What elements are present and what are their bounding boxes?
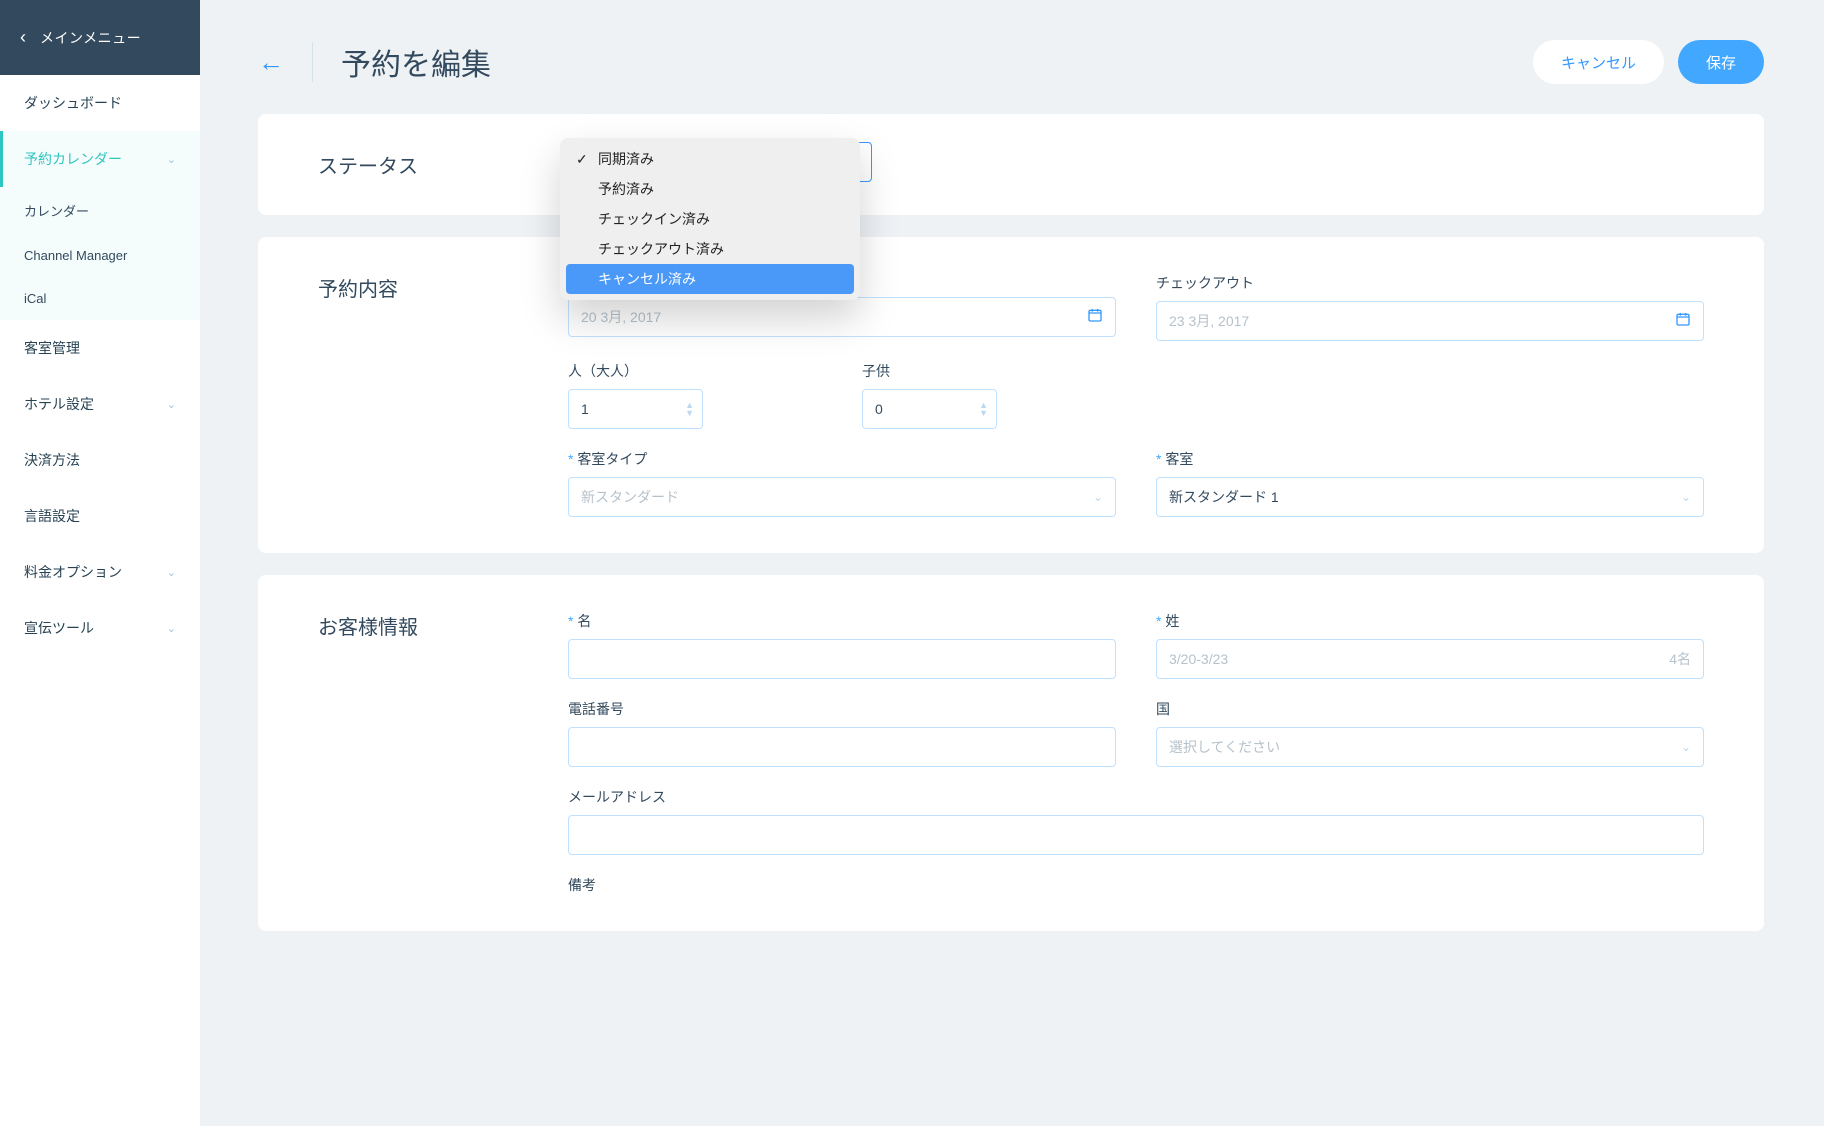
chevron-down-icon: ⌄ bbox=[167, 566, 176, 579]
firstname-input[interactable] bbox=[568, 639, 1116, 679]
sidebar-item-label: 料金オプション bbox=[24, 562, 122, 582]
sidebar-item-label: 客室管理 bbox=[24, 338, 80, 358]
status-option-reserved[interactable]: 予約済み bbox=[566, 174, 854, 204]
sidebar-item-label: 宣伝ツール bbox=[24, 618, 94, 638]
check-icon: ✓ bbox=[576, 151, 598, 168]
adults-input[interactable]: 1 ▲▼ bbox=[568, 389, 703, 429]
status-option-checkedout[interactable]: チェックアウト済み bbox=[566, 234, 854, 264]
sidebar-item-reservation-calendar[interactable]: 予約カレンダー ⌄ bbox=[0, 131, 200, 187]
status-option-checkedin[interactable]: チェックイン済み bbox=[566, 204, 854, 234]
save-button[interactable]: 保存 bbox=[1678, 40, 1764, 84]
calendar-icon bbox=[1087, 307, 1103, 328]
email-label: メールアドレス bbox=[568, 787, 1704, 807]
children-input[interactable]: 0 ▲▼ bbox=[862, 389, 997, 429]
checkout-label: チェックアウト bbox=[1156, 273, 1704, 293]
stepper-icon: ▲▼ bbox=[685, 401, 694, 417]
room-value: 新スタンダード 1 bbox=[1169, 487, 1279, 507]
sidebar-item-label: ダッシュボード bbox=[24, 93, 122, 113]
phone-input[interactable] bbox=[568, 727, 1116, 767]
sidebar: ‹ メインメニュー ダッシュボード 予約カレンダー ⌄ カレンダー Channe… bbox=[0, 0, 200, 1126]
email-input[interactable] bbox=[568, 815, 1704, 855]
mainmenu-label: メインメニュー bbox=[40, 28, 141, 48]
country-placeholder: 選択してください bbox=[1169, 737, 1280, 757]
sidebar-item-room-management[interactable]: 客室管理 bbox=[0, 320, 200, 376]
children-value: 0 bbox=[875, 401, 883, 417]
reservation-card: 予約内容 x 20 3月, 2017 チェックアウト 23 3月, 2017 bbox=[258, 237, 1764, 553]
page-title: 予約を編集 bbox=[341, 40, 491, 84]
chevron-down-icon: ⌄ bbox=[1681, 490, 1691, 504]
sidebar-back-mainmenu[interactable]: ‹ メインメニュー bbox=[0, 0, 200, 75]
customer-card: お客様情報 名 姓 3/20-3/23 4名 電話番号 bbox=[258, 575, 1764, 931]
status-option-label: 予約済み bbox=[598, 179, 654, 199]
status-dropdown: ✓ 同期済み 予約済み チェックイン済み チェックアウト済み キャンセル済み bbox=[560, 138, 860, 300]
status-section-label: ステータス bbox=[318, 150, 568, 179]
chevron-down-icon: ⌄ bbox=[167, 153, 176, 166]
customer-section-label: お客様情報 bbox=[318, 611, 568, 895]
main-content: ← 予約を編集 キャンセル 保存 ステータス 予約内容 x 20 3月, 201… bbox=[200, 0, 1824, 1126]
sidebar-item-label: 予約カレンダー bbox=[24, 149, 122, 169]
chevron-down-icon: ⌄ bbox=[167, 398, 176, 411]
sidebar-item-pricing-options[interactable]: 料金オプション ⌄ bbox=[0, 544, 200, 600]
status-option-cancelled[interactable]: キャンセル済み bbox=[566, 264, 854, 294]
lastname-label: 姓 bbox=[1156, 611, 1704, 631]
checkin-date-value: 20 3月, 2017 bbox=[581, 307, 661, 327]
sidebar-subnav: カレンダー Channel Manager iCal bbox=[0, 187, 200, 320]
sidebar-subitem-channel-manager[interactable]: Channel Manager bbox=[0, 234, 200, 277]
sidebar-item-label: 言語設定 bbox=[24, 506, 80, 526]
sidebar-item-language[interactable]: 言語設定 bbox=[0, 488, 200, 544]
sidebar-item-label: カレンダー bbox=[24, 201, 89, 220]
adults-label: 人（大人） bbox=[568, 361, 822, 381]
sidebar-item-hotel-settings[interactable]: ホテル設定 ⌄ bbox=[0, 376, 200, 432]
chevron-down-icon: ⌄ bbox=[1681, 740, 1691, 754]
phone-label: 電話番号 bbox=[568, 699, 1116, 719]
lastname-input[interactable]: 3/20-3/23 4名 bbox=[1156, 639, 1704, 679]
sidebar-item-label: Channel Manager bbox=[24, 248, 127, 263]
checkin-date-input[interactable]: 20 3月, 2017 bbox=[568, 297, 1116, 337]
calendar-icon bbox=[1675, 311, 1691, 332]
chevron-down-icon: ⌄ bbox=[167, 622, 176, 635]
country-select[interactable]: 選択してください ⌄ bbox=[1156, 727, 1704, 767]
room-label: 客室 bbox=[1156, 449, 1704, 469]
sidebar-nav: ダッシュボード 予約カレンダー ⌄ カレンダー Channel Manager … bbox=[0, 75, 200, 656]
sidebar-item-payment[interactable]: 決済方法 bbox=[0, 432, 200, 488]
checkout-date-value: 23 3月, 2017 bbox=[1169, 311, 1249, 331]
status-option-synced[interactable]: ✓ 同期済み bbox=[566, 144, 854, 174]
children-label: 子供 bbox=[862, 361, 1116, 381]
notes-label: 備考 bbox=[568, 875, 1704, 895]
roomtype-select[interactable]: 新スタンダード ⌄ bbox=[568, 477, 1116, 517]
sidebar-item-label: ホテル設定 bbox=[24, 394, 94, 414]
back-arrow-icon[interactable]: ← bbox=[258, 47, 284, 78]
page-header: ← 予約を編集 キャンセル 保存 bbox=[200, 0, 1824, 104]
status-option-label: チェックイン済み bbox=[598, 209, 710, 229]
country-label: 国 bbox=[1156, 699, 1704, 719]
checkout-date-input[interactable]: 23 3月, 2017 bbox=[1156, 301, 1704, 341]
room-select[interactable]: 新スタンダード 1 ⌄ bbox=[1156, 477, 1704, 517]
roomtype-label: 客室タイプ bbox=[568, 449, 1116, 469]
lastname-extra: 4名 bbox=[1669, 649, 1691, 669]
chevron-left-icon: ‹ bbox=[20, 27, 26, 48]
chevron-down-icon: ⌄ bbox=[1093, 490, 1103, 504]
reservation-section-label: 予約内容 bbox=[318, 273, 568, 517]
sidebar-item-label: 決済方法 bbox=[24, 450, 80, 470]
stepper-icon: ▲▼ bbox=[979, 401, 988, 417]
lastname-value: 3/20-3/23 bbox=[1169, 651, 1228, 667]
adults-value: 1 bbox=[581, 401, 589, 417]
sidebar-item-promotion[interactable]: 宣伝ツール ⌄ bbox=[0, 600, 200, 656]
firstname-label: 名 bbox=[568, 611, 1116, 631]
status-option-label: チェックアウト済み bbox=[598, 239, 724, 259]
sidebar-item-label: iCal bbox=[24, 291, 46, 306]
cancel-button[interactable]: キャンセル bbox=[1533, 40, 1664, 84]
sidebar-subitem-calendar[interactable]: カレンダー bbox=[0, 187, 200, 234]
sidebar-subitem-ical[interactable]: iCal bbox=[0, 277, 200, 320]
divider bbox=[312, 42, 313, 82]
status-option-label: 同期済み bbox=[598, 149, 654, 169]
roomtype-value: 新スタンダード bbox=[581, 487, 679, 507]
sidebar-item-dashboard[interactable]: ダッシュボード bbox=[0, 75, 200, 131]
status-option-label: キャンセル済み bbox=[598, 269, 696, 289]
status-card: ステータス bbox=[258, 114, 1764, 215]
